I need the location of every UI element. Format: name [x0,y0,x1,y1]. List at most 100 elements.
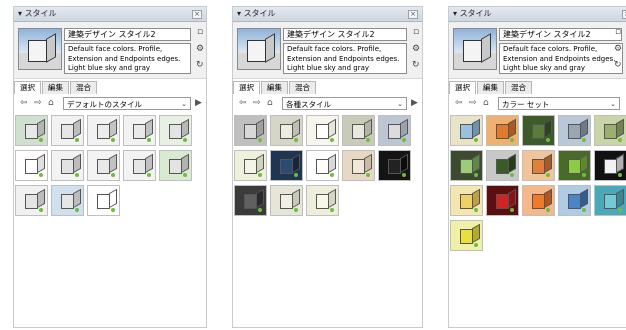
style-thumbnail-item[interactable] [342,115,375,146]
style-thumbnail-item[interactable] [87,150,120,181]
home-icon[interactable]: ⌂ [48,98,54,108]
in-model-check-icon [546,208,550,212]
style-name-field[interactable]: 建築デザイン スタイル2 [64,28,191,41]
style-name-field[interactable]: 建築デザイン スタイル2 [283,28,407,41]
cube-side-icon [109,153,117,174]
panel-title-bar[interactable]: ▾ スタイル × [449,7,626,22]
panel-title: スタイル [24,9,57,18]
style-thumbnail-item[interactable] [594,185,626,216]
style-thumbnail-item[interactable] [270,185,303,216]
cube-side-icon [181,153,189,174]
tab-select[interactable]: 選択 [14,81,41,94]
style-thumbnail-item[interactable] [51,185,84,216]
style-nav-bar: ⇦ ⇨ ⌂ カラー セット ⌄ [449,97,626,113]
style-library-dropdown[interactable]: カラー セット ⌄ [498,97,620,110]
update-style-icon[interactable]: ⚙ [412,44,420,54]
chevron-down-icon: ⌄ [610,100,616,108]
tab-edit[interactable]: 編集 [261,81,288,94]
style-thumbnail-item[interactable] [123,150,156,181]
style-name-field[interactable]: 建築デザイン スタイル2 [499,28,622,41]
refresh-icon[interactable]: ↻ [614,60,622,70]
back-arrow-icon[interactable]: ⇦ [455,98,463,108]
style-thumbnail-item[interactable] [234,115,267,146]
style-thumbnail-item[interactable] [87,185,120,216]
style-thumbnail-item[interactable] [15,115,48,146]
style-thumbnail-item[interactable] [486,115,519,146]
refresh-icon[interactable]: ↻ [412,60,420,70]
in-model-check-icon [183,173,187,177]
panel-title-bar[interactable]: ▾ スタイル × [233,7,422,22]
style-thumbnail-item[interactable] [594,115,626,146]
tab-edit[interactable]: 編集 [42,81,69,94]
style-thumbnail-item[interactable] [306,115,339,146]
style-thumbnail-item[interactable] [558,115,591,146]
tab-mix[interactable]: 混合 [70,81,97,94]
create-style-icon[interactable]: ▫ [413,27,419,37]
style-thumbnail-item[interactable] [270,150,303,181]
style-thumbnail-item[interactable] [450,115,483,146]
style-thumbnail-item[interactable] [486,185,519,216]
style-thumbnail-item[interactable] [51,115,84,146]
style-thumbnail-item[interactable] [159,150,192,181]
in-model-check-icon [474,243,478,247]
close-icon[interactable]: × [622,10,626,19]
style-library-dropdown[interactable]: 各種スタイル ⌄ [282,97,407,110]
create-style-icon[interactable]: ▫ [197,27,203,37]
cube-side-icon [544,153,552,174]
home-icon[interactable]: ⌂ [483,98,489,108]
tab-select[interactable]: 選択 [233,81,260,94]
style-thumbnail-item[interactable] [378,115,411,146]
close-icon[interactable]: × [408,10,418,19]
style-thumbnail-item[interactable] [51,150,84,181]
style-thumbnail-item[interactable] [558,150,591,181]
refresh-icon[interactable]: ↻ [196,60,204,70]
back-arrow-icon[interactable]: ⇦ [20,98,28,108]
style-thumbnail-item[interactable] [270,115,303,146]
styles-panel-default: ▾ スタイル × 建築デザイン スタイル2 Default face color… [13,6,207,328]
tab-mix[interactable]: 混合 [505,81,532,94]
style-thumbnail-item[interactable] [159,115,192,146]
style-thumbnail-item[interactable] [486,150,519,181]
details-arrow-icon[interactable]: ▶ [195,98,202,108]
cube-side-icon [328,118,336,139]
dropdown-value: カラー セット [502,100,550,109]
panel-title-bar[interactable]: ▾ スタイル × [14,7,206,22]
style-thumbnail-item[interactable] [15,185,48,216]
style-thumbnail-item[interactable] [522,185,555,216]
forward-arrow-icon[interactable]: ⇨ [253,98,261,108]
tab-select[interactable]: 選択 [449,81,476,94]
back-arrow-icon[interactable]: ⇦ [239,98,247,108]
home-icon[interactable]: ⌂ [267,98,273,108]
style-thumbnail-item[interactable] [522,115,555,146]
style-description-field[interactable]: Default face colors. Profile, Extension … [64,43,191,74]
style-description-field[interactable]: Default face colors. Profile, Extension … [283,43,407,74]
cube-side-icon [508,118,516,139]
style-thumbnail-item[interactable] [450,150,483,181]
style-thumbnail-item[interactable] [234,185,267,216]
forward-arrow-icon[interactable]: ⇨ [469,98,477,108]
style-thumbnail-item[interactable] [306,185,339,216]
tab-mix[interactable]: 混合 [289,81,316,94]
style-thumbnail-item[interactable] [522,150,555,181]
update-style-icon[interactable]: ⚙ [614,44,622,54]
style-thumbnail-item[interactable] [594,150,626,181]
update-style-icon[interactable]: ⚙ [196,44,204,54]
in-model-check-icon [147,173,151,177]
style-thumbnail-item[interactable] [15,150,48,181]
style-thumbnail-item[interactable] [306,150,339,181]
close-icon[interactable]: × [192,10,202,19]
style-library-dropdown[interactable]: デフォルトのスタイル ⌄ [63,97,191,110]
forward-arrow-icon[interactable]: ⇨ [34,98,42,108]
style-thumbnail-item[interactable] [342,150,375,181]
details-arrow-icon[interactable]: ▶ [411,98,418,108]
style-thumbnail-item[interactable] [450,185,483,216]
style-thumbnail-item[interactable] [87,115,120,146]
style-thumbnail-item[interactable] [558,185,591,216]
style-thumbnail-item[interactable] [378,150,411,181]
style-thumbnail-item[interactable] [450,220,483,251]
create-style-icon[interactable]: ▫ [615,27,621,37]
style-description-field[interactable]: Default face colors. Profile, Extension … [499,43,623,74]
style-thumbnail-item[interactable] [123,115,156,146]
tab-edit[interactable]: 編集 [477,81,504,94]
style-thumbnail-item[interactable] [234,150,267,181]
